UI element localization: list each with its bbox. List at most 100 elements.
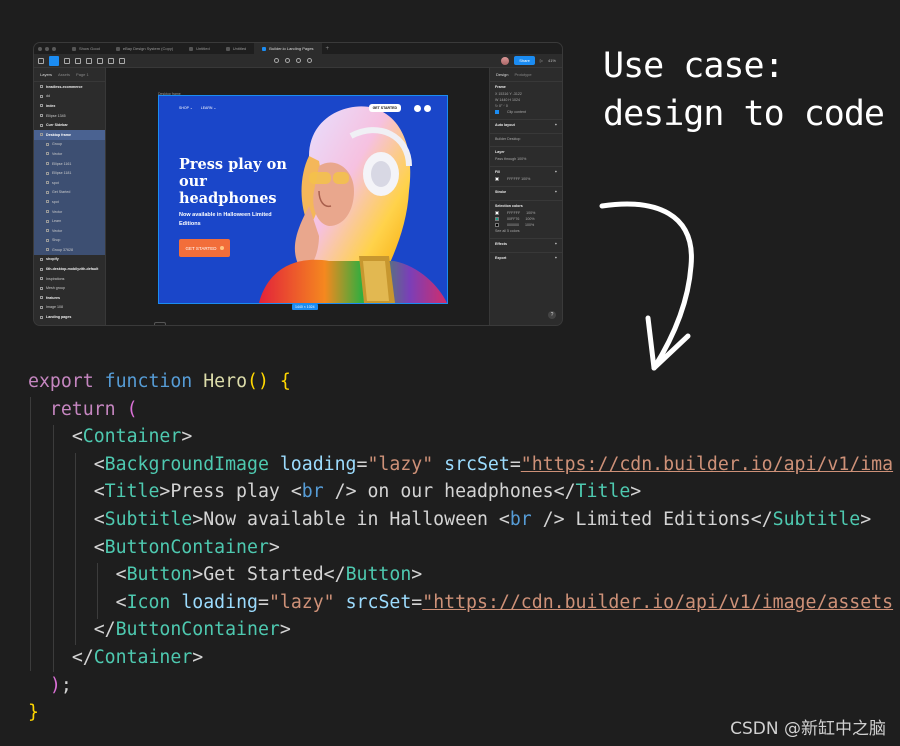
code-line: </Container>: [28, 644, 900, 672]
tab-builder-landing-pages[interactable]: Builder.io Landing Pages: [254, 43, 322, 54]
punct: >: [268, 536, 280, 558]
layer-item[interactable]: Desktop frame: [34, 129, 105, 140]
add-icon[interactable]: +: [555, 242, 557, 246]
nav-learn[interactable]: LEARN ⌄: [201, 106, 217, 110]
jsx-url[interactable]: "https://cdn.builder.io/api/v1/ima: [521, 454, 893, 475]
tab-ebay-design-system[interactable]: eBay Design System (Copy): [108, 43, 181, 54]
selection-color-row[interactable]: 00FF76 100%: [495, 217, 557, 221]
auto-layout-heading[interactable]: Auto layout: [495, 123, 515, 127]
frame-xy[interactable]: X 15316 Y -3122: [495, 92, 557, 96]
tab-design[interactable]: Design: [496, 72, 508, 77]
code-line: <ButtonContainer>: [28, 534, 900, 562]
layer-item[interactable]: Ellipse 1181: [34, 168, 105, 178]
canvas[interactable]: Desktop frame SHOP ⌄ LEARN ⌄ GET STARTED…: [106, 68, 489, 325]
layer-label: spot: [52, 199, 59, 204]
color-hex: 00FF76: [507, 217, 520, 221]
nav-shop[interactable]: SHOP ⌄: [179, 106, 193, 110]
tab-prototype[interactable]: Prototype: [514, 72, 531, 77]
avatar[interactable]: [501, 56, 510, 65]
layer-item[interactable]: index: [34, 101, 105, 111]
layer-item[interactable]: spot: [34, 177, 105, 188]
layer-item[interactable]: spot: [34, 197, 105, 207]
frame-rotation[interactable]: ↻ 0° ◜ 0: [495, 104, 557, 108]
punct: <: [71, 426, 83, 448]
frame-wh[interactable]: W 1440 H 1024: [495, 98, 557, 102]
layer-item[interactable]: Landing pages: [34, 312, 105, 322]
jsx-string: "lazy": [367, 453, 434, 475]
frame-heading[interactable]: Frame: [495, 85, 506, 89]
file-icon: [225, 46, 230, 51]
frame-tool-icon[interactable]: [64, 57, 70, 64]
text-tool-icon[interactable]: [97, 57, 103, 64]
layer-item[interactable]: Vector: [34, 149, 105, 159]
boolean-icon[interactable]: [296, 58, 301, 63]
tab-label: eBay Design System (Copy): [122, 46, 174, 51]
layer-item[interactable]: Learn: [34, 216, 105, 226]
layer-item[interactable]: Mesh group: [34, 283, 105, 293]
stroke-section: Stroke +: [490, 186, 562, 200]
comment-tool-icon[interactable]: [119, 57, 125, 64]
layer-item[interactable]: Image 108: [34, 303, 105, 313]
shape-tool-icon[interactable]: [75, 57, 81, 64]
add-icon[interactable]: +: [555, 123, 557, 127]
layer-item[interactable]: shopify: [34, 255, 105, 265]
pen-tool-icon[interactable]: [86, 57, 92, 64]
hero-top-cta-button[interactable]: GET STARTED: [368, 104, 401, 112]
hand-tool-icon[interactable]: [108, 57, 114, 64]
tab-untitled-2[interactable]: Untitled: [218, 43, 255, 54]
layer-item[interactable]: 6th-desktop-mobilyzith-default: [34, 264, 105, 274]
tab-label: Builder.io Landing Pages: [269, 46, 314, 51]
layer-type-icon: [46, 238, 49, 242]
canvas-scroll-handle[interactable]: [154, 322, 166, 325]
add-icon[interactable]: +: [555, 256, 557, 260]
see-all-colors-link[interactable]: See all 5 colors: [495, 229, 557, 233]
add-icon[interactable]: +: [555, 190, 557, 194]
page-selector[interactable]: Page 1: [76, 72, 89, 77]
selection-color-row[interactable]: 000000 100%: [495, 223, 557, 227]
zoom-level[interactable]: 41%: [548, 58, 556, 63]
user-icon[interactable]: [424, 105, 431, 112]
layer-item[interactable]: features: [34, 293, 105, 303]
component-name[interactable]: Builder Desktop: [495, 137, 557, 141]
tab-assets[interactable]: Assets: [58, 72, 70, 77]
layer-item[interactable]: headless-ecommerce: [34, 82, 105, 92]
layer-item[interactable]: Curr Sidebar: [34, 120, 105, 130]
layer-item[interactable]: dd: [34, 92, 105, 102]
menu-icon[interactable]: [38, 57, 44, 64]
component-icon[interactable]: [274, 58, 279, 63]
window-controls[interactable]: [38, 46, 56, 51]
layer-item[interactable]: Inspirations: [34, 274, 105, 284]
layer-item[interactable]: Shop: [34, 235, 105, 246]
mask-icon[interactable]: [285, 58, 290, 63]
tab-show-good[interactable]: Show Good: [64, 43, 108, 54]
layer-item[interactable]: Group: [34, 139, 105, 150]
jsx-url[interactable]: "https://cdn.builder.io/api/v1/image/ass…: [422, 592, 893, 613]
cart-icon[interactable]: [414, 105, 421, 112]
punct: </: [71, 646, 94, 668]
layer-section: Layer Pass through 100%: [490, 146, 562, 166]
clip-content-checkbox[interactable]: Clip content: [495, 110, 557, 114]
jsx-tag: ButtonContainer: [115, 619, 280, 641]
layer-item[interactable]: Vector: [34, 225, 105, 236]
selection-color-row[interactable]: FFFFFF 100%: [495, 211, 557, 215]
hero-frame[interactable]: SHOP ⌄ LEARN ⌄ GET STARTED Press play on…: [158, 95, 448, 304]
layer-item[interactable]: Ellipse 1161: [34, 158, 105, 169]
layer-item[interactable]: Ellipse 1345: [34, 111, 105, 121]
add-icon[interactable]: +: [555, 170, 557, 174]
hero-get-started-button[interactable]: GET STARTED: [179, 239, 230, 257]
tab-layers[interactable]: Layers: [40, 72, 52, 77]
crop-icon[interactable]: [307, 58, 312, 63]
punct: =: [411, 591, 423, 613]
new-tab-icon[interactable]: +: [326, 46, 330, 52]
play-icon[interactable]: ▷: [540, 58, 543, 63]
layer-item[interactable]: Vector: [34, 206, 105, 217]
help-button[interactable]: ?: [548, 311, 556, 319]
share-button[interactable]: Share: [514, 56, 535, 65]
move-tool-icon[interactable]: [49, 55, 59, 66]
fill-row[interactable]: FFFFFF 100%: [495, 177, 557, 181]
layer-item[interactable]: Group 37628: [34, 245, 105, 255]
layer-blend-mode[interactable]: Pass through 100%: [495, 157, 557, 161]
tab-untitled-1[interactable]: Untitled: [181, 43, 218, 54]
auto-layout-section: Auto layout +: [490, 119, 562, 133]
layer-item[interactable]: Get Started: [34, 187, 105, 198]
